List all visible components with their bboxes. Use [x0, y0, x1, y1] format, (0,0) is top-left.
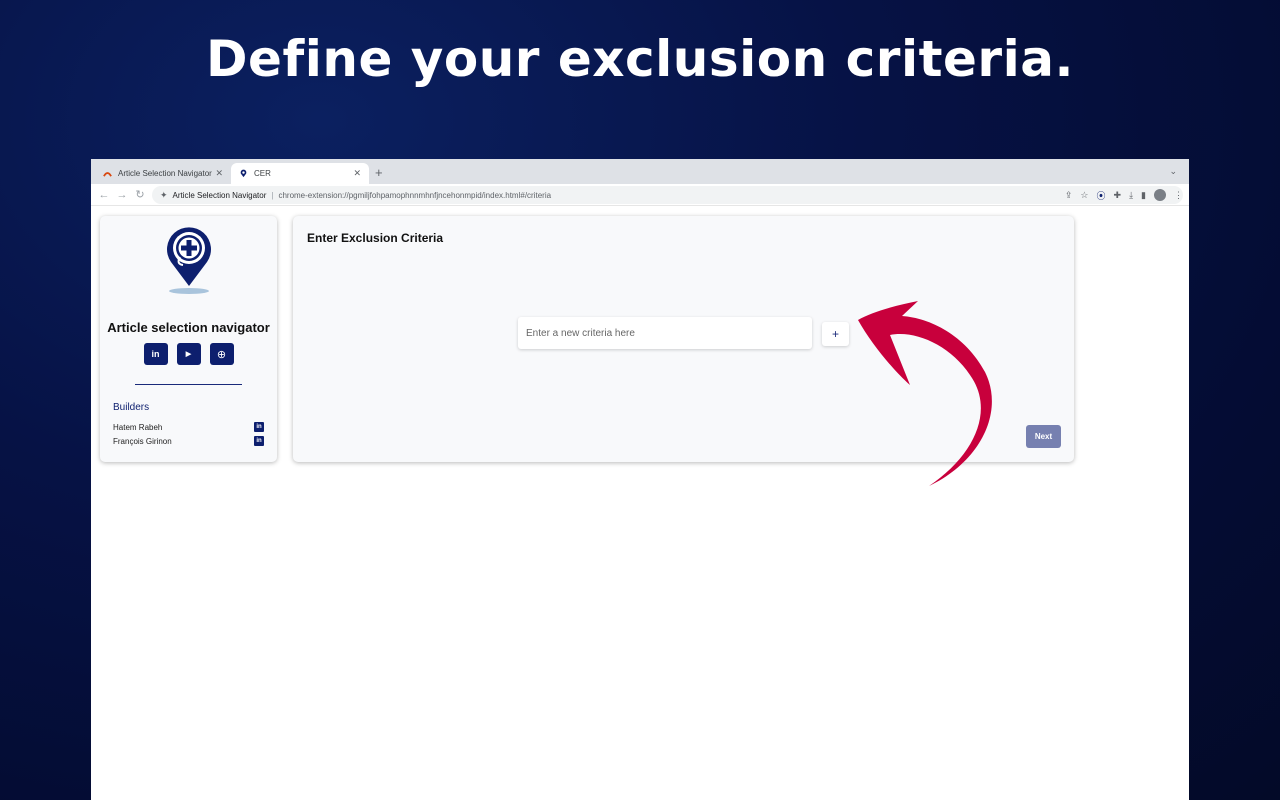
criteria-input[interactable] [518, 317, 812, 349]
plus-icon: + [831, 327, 839, 341]
download-icon[interactable]: ⤓ [1129, 190, 1133, 201]
tab-label: CER [254, 169, 271, 178]
extension-pin-icon[interactable]: ⦿ [1097, 189, 1106, 202]
youtube-button[interactable]: ▶ [176, 343, 201, 365]
tab-article-selection-navigator[interactable]: Article Selection Navigator ✕ [95, 163, 231, 184]
linkedin-icon: in [151, 349, 160, 359]
close-icon[interactable]: ✕ [353, 168, 361, 179]
address-bar[interactable]: ✦ Article Selection Navigator | chrome-e… [152, 186, 1183, 204]
website-button[interactable]: ⊕ [209, 343, 234, 365]
close-icon[interactable]: ✕ [215, 168, 223, 179]
app-favicon [103, 169, 112, 178]
builder-name: Hatem Rabeh [113, 422, 163, 432]
location-pin-plus-icon [166, 227, 211, 294]
linkedin-icon[interactable]: in [254, 436, 264, 446]
reload-icon[interactable]: ↻ [131, 188, 149, 201]
sidebar-card: Article selection navigator in ▶ ⊕ Build… [100, 216, 277, 462]
browser-toolbar: ← → ↻ ✦ Article Selection Navigator | ch… [91, 184, 1189, 206]
share-icon[interactable]: ⇪ [1065, 190, 1073, 201]
tab-label: Article Selection Navigator [118, 169, 212, 178]
browser-window: Article Selection Navigator ✕ CER ✕ + ⌄ … [91, 159, 1189, 800]
builders-title: Builders [113, 402, 150, 413]
builder-row: François Girinon in [113, 436, 264, 446]
page-title: Enter Exclusion Criteria [307, 231, 444, 245]
bookmark-star-icon[interactable]: ☆ [1080, 190, 1088, 201]
tab-cer[interactable]: CER ✕ [231, 163, 369, 184]
globe-icon: ⊕ [216, 348, 227, 361]
extension-puzzle-icon: ✦ [160, 189, 168, 200]
side-panel-icon[interactable]: ▮ [1141, 190, 1146, 201]
tab-search-chevron-icon[interactable]: ⌄ [1169, 166, 1177, 177]
social-links: in ▶ ⊕ [100, 343, 277, 365]
extensions-puzzle-icon[interactable]: ✚ [1114, 190, 1122, 201]
profile-avatar[interactable] [1154, 189, 1166, 201]
location-pin-favicon [239, 169, 248, 178]
app-name: Article selection navigator [107, 320, 270, 335]
app-logo [100, 224, 277, 296]
builder-row: Hatem Rabeh in [113, 422, 264, 432]
url-text: chrome-extension://pgmiljfohpamophnnmhnf… [278, 190, 552, 200]
more-menu-icon[interactable]: ⋮ [1174, 190, 1183, 201]
page-content: Article selection navigator in ▶ ⊕ Build… [91, 206, 1189, 800]
site-name: Article Selection Navigator [172, 190, 267, 200]
headline: Define your exclusion criteria. [206, 30, 1074, 88]
add-criteria-button[interactable]: + [822, 322, 849, 346]
omnibox-separator: | [271, 190, 274, 200]
tab-bar: Article Selection Navigator ✕ CER ✕ + ⌄ [91, 159, 1189, 184]
new-tab-icon[interactable]: + [375, 165, 383, 180]
linkedin-button[interactable]: in [143, 343, 168, 365]
next-button[interactable]: Next [1026, 425, 1061, 448]
forward-icon[interactable]: → [113, 189, 131, 201]
back-icon[interactable]: ← [95, 189, 113, 201]
criteria-card: Enter Exclusion Criteria + Next [293, 216, 1074, 462]
youtube-icon: ▶ [185, 351, 192, 358]
linkedin-icon[interactable]: in [254, 422, 264, 432]
divider [135, 384, 242, 385]
builder-name: François Girinon [113, 436, 172, 446]
toolbar-icons: ⇪ ☆ ⦿ ✚ ⤓ ▮ ⋮ [1065, 186, 1183, 204]
